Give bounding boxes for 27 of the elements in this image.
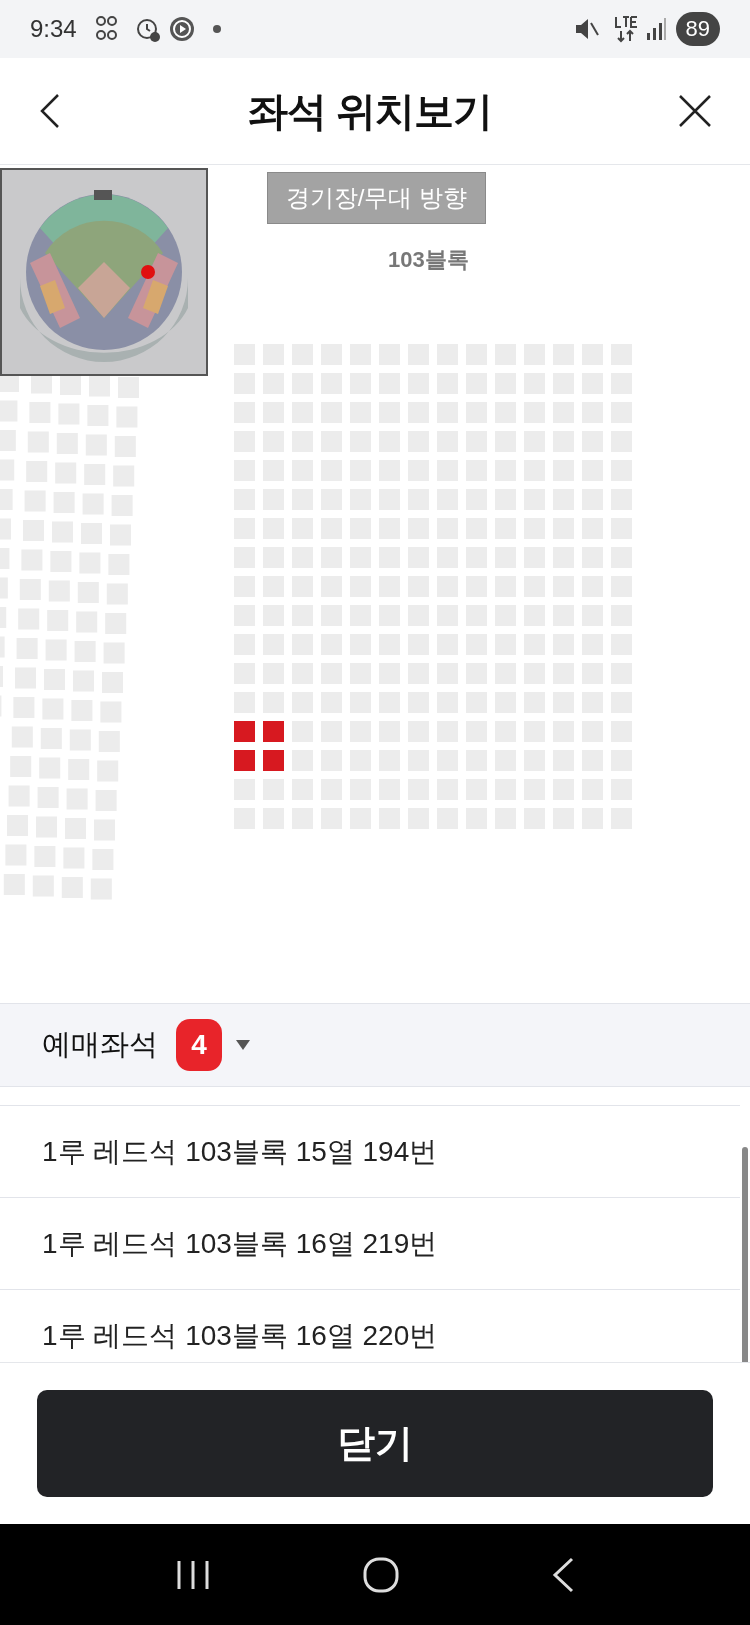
battery-indicator: 89 (675, 12, 720, 46)
recent-apps-icon[interactable] (176, 1558, 211, 1591)
seat-info: 1루 레드석 103블록 16열 220번 (42, 1318, 438, 1353)
back-icon[interactable] (551, 1556, 574, 1593)
direction-label: 경기장/무대 방향 (267, 172, 486, 224)
status-time: 9:34 (30, 14, 77, 44)
seat-info: 1루 레드석 103블록 15열 194번 (42, 1134, 438, 1169)
page-title: 좌석 위치보기 (247, 88, 493, 135)
seat-info: 1루 레드석 103블록 16열 219번 (42, 1226, 438, 1261)
home-icon[interactable] (363, 1556, 399, 1593)
seat[interactable] (234, 750, 255, 771)
back-icon[interactable] (38, 93, 62, 129)
seat[interactable] (263, 750, 284, 771)
lte-signal-icon (613, 15, 638, 43)
play-icon (168, 16, 195, 42)
section-label: 예매좌석 (42, 1027, 158, 1063)
dot-icon (212, 25, 221, 33)
block-label: 103블록 (388, 246, 469, 274)
seat[interactable] (234, 721, 255, 742)
seat[interactable] (263, 721, 284, 742)
caret-down-icon[interactable] (236, 1040, 250, 1050)
mute-icon (573, 17, 600, 41)
count-badge: 4 (176, 1019, 222, 1071)
cell-signal-icon (645, 18, 666, 40)
scrollbar[interactable] (742, 1147, 748, 1362)
close-icon[interactable] (678, 94, 712, 128)
close-button[interactable]: 닫기 (37, 1390, 713, 1497)
